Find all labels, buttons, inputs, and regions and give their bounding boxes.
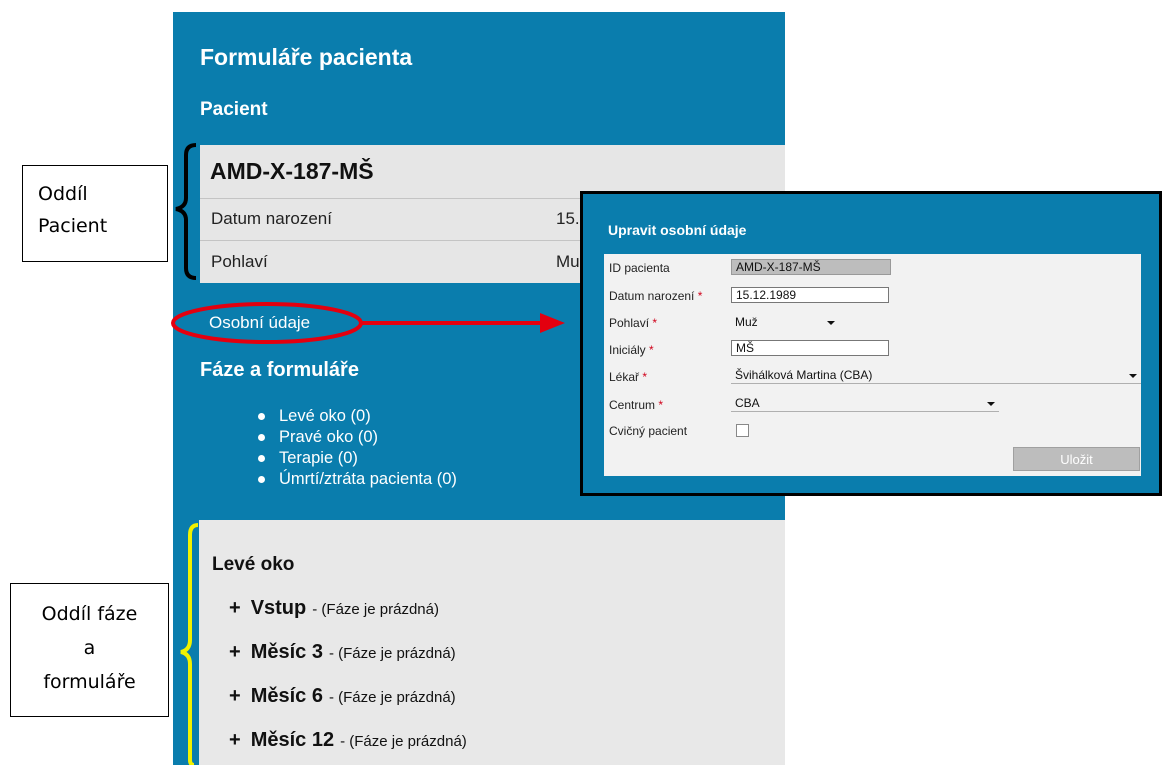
label-patient-id: ID pacienta <box>609 261 670 275</box>
patient-id-field: AMD-X-187-MŠ <box>731 259 891 275</box>
chevron-down-icon <box>1129 374 1137 378</box>
brace-black <box>175 143 197 280</box>
label-birth-date: Datum narození * <box>609 289 703 303</box>
chevron-down-icon <box>987 402 995 406</box>
highlight-ellipse <box>171 302 363 344</box>
label-initials: Iniciály * <box>609 343 654 357</box>
sex-select[interactable]: Muž <box>731 314 839 331</box>
initials-field[interactable]: MŠ <box>731 340 889 356</box>
red-arrow-head <box>540 313 565 333</box>
label-center: Centrum * <box>609 398 664 412</box>
brace-yellow <box>180 523 199 765</box>
save-button[interactable]: Uložit <box>1013 447 1140 471</box>
label-sex: Pohlaví * <box>609 316 658 330</box>
label-practice-patient: Cvičný pacient <box>609 424 688 438</box>
label-doctor: Lékař * <box>609 370 648 384</box>
doctor-select[interactable]: Švihálková Martina (CBA) <box>731 367 1141 384</box>
chevron-down-icon <box>827 321 835 325</box>
dialog-title: Upravit osobní údaje <box>608 222 747 238</box>
center-select[interactable]: CBA <box>731 395 999 412</box>
practice-patient-checkbox[interactable] <box>736 424 749 437</box>
birth-date-field[interactable]: 15.12.1989 <box>731 287 889 303</box>
